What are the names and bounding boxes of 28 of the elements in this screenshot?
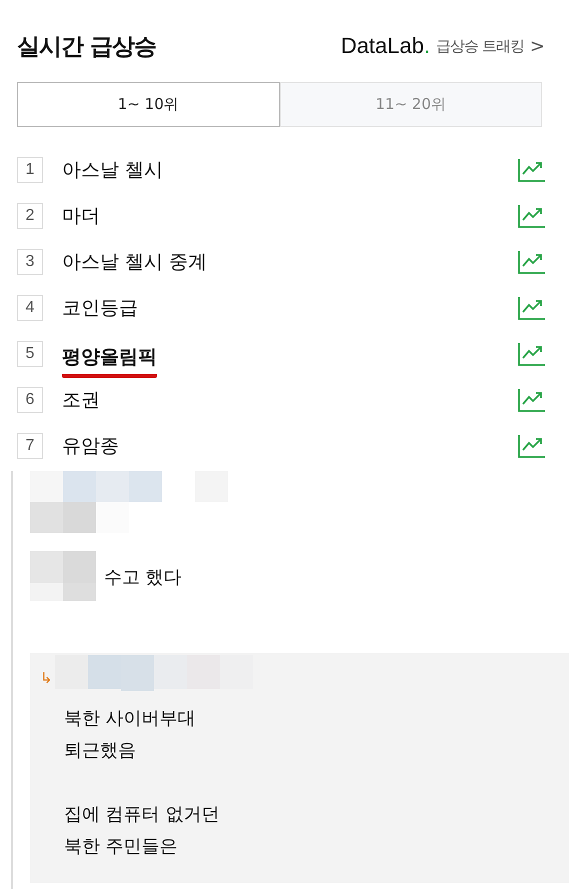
trend-chart-icon[interactable] xyxy=(518,296,546,320)
keyword-link[interactable]: 유암종 xyxy=(62,433,518,459)
trend-chart-icon[interactable] xyxy=(518,388,546,412)
rank-number: 2 xyxy=(17,203,43,229)
keyword-link[interactable]: 마더 xyxy=(62,203,518,229)
trend-chart-icon[interactable] xyxy=(518,250,546,274)
keyword-link[interactable]: 평양올림픽 xyxy=(62,344,157,378)
keyword-link[interactable]: 아스날 첼시 xyxy=(62,157,518,183)
reply-arrow-icon: ↳ xyxy=(40,669,53,691)
trend-chart-icon[interactable] xyxy=(518,434,546,458)
tab[interactable]: 1~ 10위 xyxy=(17,82,280,127)
pixelated-sticker xyxy=(30,551,96,601)
tracking-link[interactable]: DataLab. 급상승 트래킹 > xyxy=(340,33,545,59)
rank-number: 5 xyxy=(17,341,43,367)
trend-chart-icon[interactable] xyxy=(518,342,546,366)
section-title: 실시간 급상승 xyxy=(17,32,156,62)
reply-text: 북한 사이버부대 퇴근했음 집에 컴퓨터 없거던 북한 주민들은 xyxy=(64,707,220,859)
keyword-link[interactable]: 조권 xyxy=(62,387,518,413)
rank-number: 3 xyxy=(17,249,43,275)
keyword-link[interactable]: 코인등급 xyxy=(62,295,518,321)
rank-number: 1 xyxy=(17,157,43,183)
rank-number: 6 xyxy=(17,387,43,413)
rank-number: 7 xyxy=(17,433,43,459)
comment-text: 수고 했다 xyxy=(104,566,182,590)
trend-chart-icon[interactable] xyxy=(518,204,546,228)
rank-number: 4 xyxy=(17,295,43,321)
trend-chart-icon[interactable] xyxy=(518,158,546,182)
keyword-link[interactable]: 아스날 첼시 중계 xyxy=(62,249,518,275)
